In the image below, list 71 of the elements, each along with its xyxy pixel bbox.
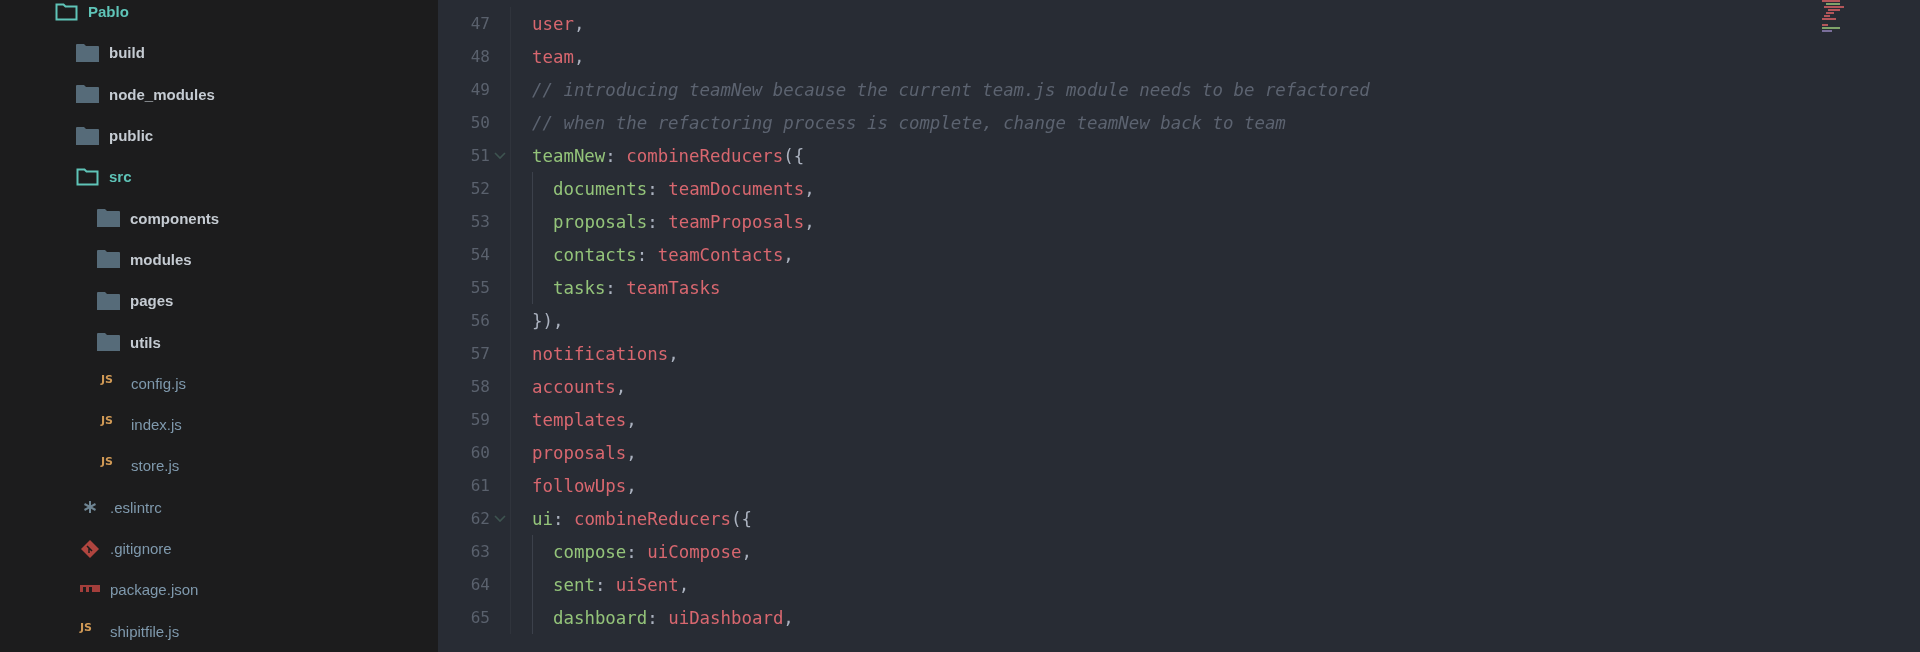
code-line: templates,	[532, 409, 637, 430]
fold-chevron-icon[interactable]	[494, 514, 506, 523]
line-number: 56	[469, 311, 490, 330]
code-line: // when the refactoring process is complete, change teamNew back to team	[532, 112, 1286, 133]
line-number: 47	[469, 14, 490, 33]
folder-item[interactable]: build	[109, 44, 145, 62]
file-item[interactable]: config.js	[131, 374, 187, 392]
folder-icon	[76, 126, 99, 145]
file-item[interactable]: .eslintrc	[110, 498, 162, 516]
file-item[interactable]: package.json	[110, 581, 199, 599]
folder-icon	[97, 209, 120, 228]
code-line: documents: teamDocuments,	[553, 178, 815, 199]
line-number: 52	[469, 179, 490, 198]
package-icon	[80, 584, 100, 595]
folder-icon	[76, 167, 99, 186]
line-number: 57	[469, 344, 490, 363]
fold-chevron-icon[interactable]	[494, 151, 506, 160]
js-file-icon: JS	[101, 414, 121, 428]
code-line: proposals: teamProposals,	[553, 211, 815, 232]
line-number: 55	[469, 278, 490, 297]
line-number: 51	[469, 146, 490, 165]
line-number: 49	[469, 80, 490, 99]
line-number: 59	[469, 410, 490, 429]
code-line: followUps,	[532, 475, 637, 496]
folder-item[interactable]: node_modules	[109, 85, 215, 103]
code-line: user,	[532, 13, 585, 34]
code-line: sent: uiSent,	[553, 574, 690, 595]
line-number: 62	[469, 509, 490, 528]
file-item[interactable]: .gitignore	[110, 540, 172, 557]
js-file-icon: JS	[80, 620, 100, 634]
file-item[interactable]: store.js	[131, 457, 180, 475]
code-line: }),	[532, 310, 564, 331]
code-line: dashboard: uiDashboard,	[553, 607, 794, 628]
line-number: 48	[469, 47, 490, 66]
folder-item[interactable]: src	[109, 168, 132, 186]
file-item[interactable]: shipitfile.js	[110, 622, 180, 640]
code-line: accounts,	[532, 376, 627, 397]
git-icon	[80, 539, 100, 558]
code-line: // introducing teamNew because the current team.js module needs to be refactored	[532, 79, 1370, 100]
code-line: team,	[532, 46, 585, 67]
folder-icon	[76, 85, 99, 104]
file-item[interactable]: index.js	[131, 416, 182, 434]
folder-item[interactable]: utils	[130, 333, 161, 351]
folder-icon	[55, 2, 78, 21]
line-number: 63	[469, 542, 490, 561]
line-number: 53	[469, 212, 490, 231]
code-line: compose: uiCompose,	[553, 541, 752, 562]
code-line: teamNew: combineReducers({	[532, 145, 805, 166]
code-line: contacts: teamContacts,	[553, 244, 794, 265]
js-file-icon: JS	[101, 372, 121, 386]
line-number: 54	[469, 245, 490, 264]
folder-item[interactable]: modules	[130, 250, 192, 268]
folder-icon	[97, 333, 120, 351]
line-number: 50	[469, 113, 490, 132]
code-line: proposals,	[532, 442, 637, 463]
folder-icon	[76, 43, 99, 62]
line-number: 61	[469, 476, 490, 495]
code-line: tasks: teamTasks	[553, 277, 721, 298]
folder-item[interactable]: components	[130, 209, 220, 227]
line-number: 65	[469, 608, 490, 627]
folder-icon	[97, 250, 120, 269]
code-line: ui: combineReducers({	[532, 508, 752, 529]
line-number: 64	[469, 575, 490, 594]
js-file-icon: JS	[101, 455, 121, 469]
line-number: 60	[469, 443, 490, 462]
code-line: notifications,	[532, 343, 679, 364]
folder-item[interactable]: Pablo	[88, 3, 129, 21]
line-number: 58	[469, 377, 490, 396]
folder-item[interactable]: public	[109, 127, 154, 145]
folder-icon	[97, 291, 120, 310]
folder-item[interactable]: pages	[130, 292, 174, 310]
